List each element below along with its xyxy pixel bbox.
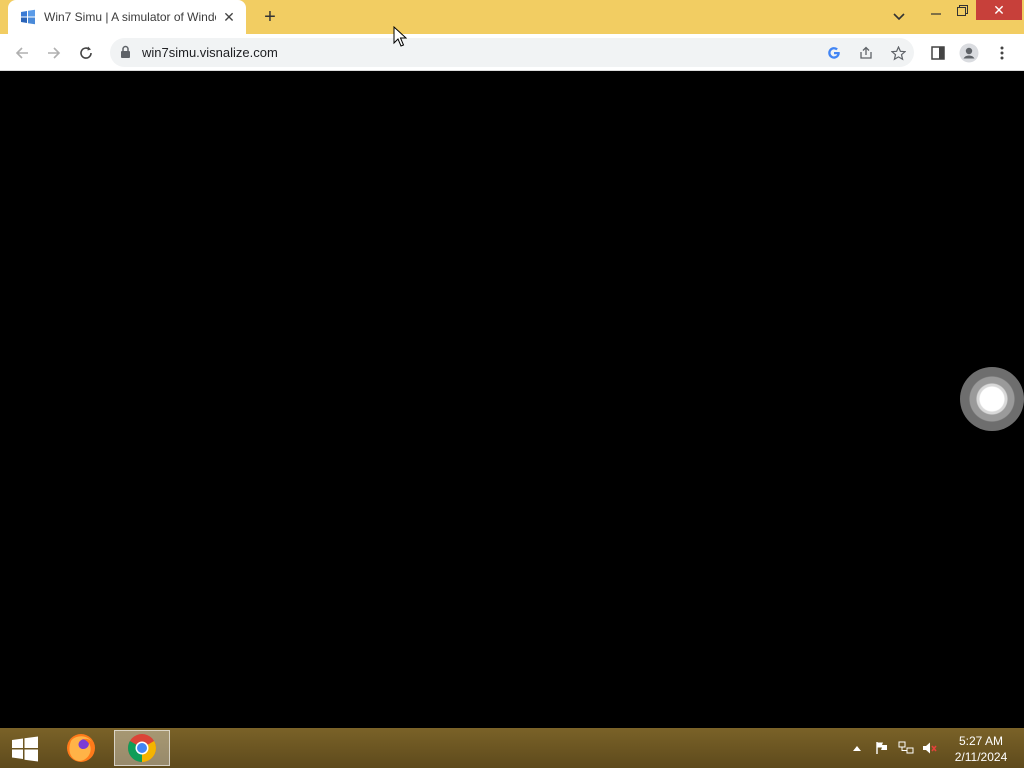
action-center-flag-icon[interactable] — [873, 738, 891, 758]
star-icon[interactable] — [888, 43, 908, 63]
more-menu-icon[interactable] — [991, 42, 1013, 64]
reload-icon[interactable] — [73, 40, 99, 66]
browser-window: Win7 Simu | A simulator of Windows 7 ✕ +… — [0, 0, 1024, 728]
url-text: win7simu.visnalize.com — [142, 45, 278, 60]
title-bar: Win7 Simu | A simulator of Windows 7 ✕ +… — [0, 0, 1024, 34]
lock-icon — [121, 45, 130, 58]
volume-muted-icon[interactable] — [921, 738, 939, 758]
minimize-icon[interactable] — [924, 0, 948, 20]
mouse-cursor-icon — [393, 26, 407, 47]
clock-time: 5:27 AM — [958, 734, 1004, 748]
windows-flag-icon — [21, 9, 35, 25]
taskbar-firefox[interactable] — [53, 730, 109, 766]
browser-toolbar: win7simu.visnalize.com — [0, 34, 1024, 71]
taskbar-clock[interactable]: 5:27 AM 2/11/2024 — [946, 733, 1016, 765]
forward-arrow-icon[interactable] — [41, 40, 67, 66]
chrome-icon — [128, 734, 156, 762]
taskbar: 5:27 AM 2/11/2024 — [0, 728, 1024, 768]
address-bar[interactable]: win7simu.visnalize.com — [110, 38, 914, 67]
clock-date: 2/11/2024 — [954, 750, 1008, 764]
floating-button[interactable] — [960, 367, 1024, 431]
firefox-icon — [67, 734, 95, 762]
tab-win7simu[interactable]: Win7 Simu | A simulator of Windows 7 ✕ — [8, 0, 246, 34]
profile-icon[interactable] — [958, 42, 980, 64]
restore-icon[interactable] — [950, 0, 974, 20]
tab-title: Win7 Simu | A simulator of Windows 7 — [44, 10, 216, 24]
share-icon[interactable] — [856, 43, 876, 63]
back-arrow-icon[interactable] — [9, 40, 35, 66]
side-panel-icon[interactable] — [927, 42, 949, 64]
page-content[interactable] — [0, 71, 1024, 728]
close-icon[interactable]: ✕ — [976, 0, 1022, 20]
show-hidden-icons-icon[interactable] — [848, 738, 866, 758]
windows-start-icon[interactable] — [6, 732, 44, 766]
network-icon[interactable] — [897, 738, 915, 758]
taskbar-chrome[interactable] — [114, 730, 170, 766]
chevron-down-icon[interactable] — [888, 6, 910, 28]
new-tab-button[interactable]: + — [258, 5, 282, 29]
google-icon[interactable] — [824, 43, 844, 63]
tab-close-icon[interactable]: ✕ — [220, 8, 238, 26]
